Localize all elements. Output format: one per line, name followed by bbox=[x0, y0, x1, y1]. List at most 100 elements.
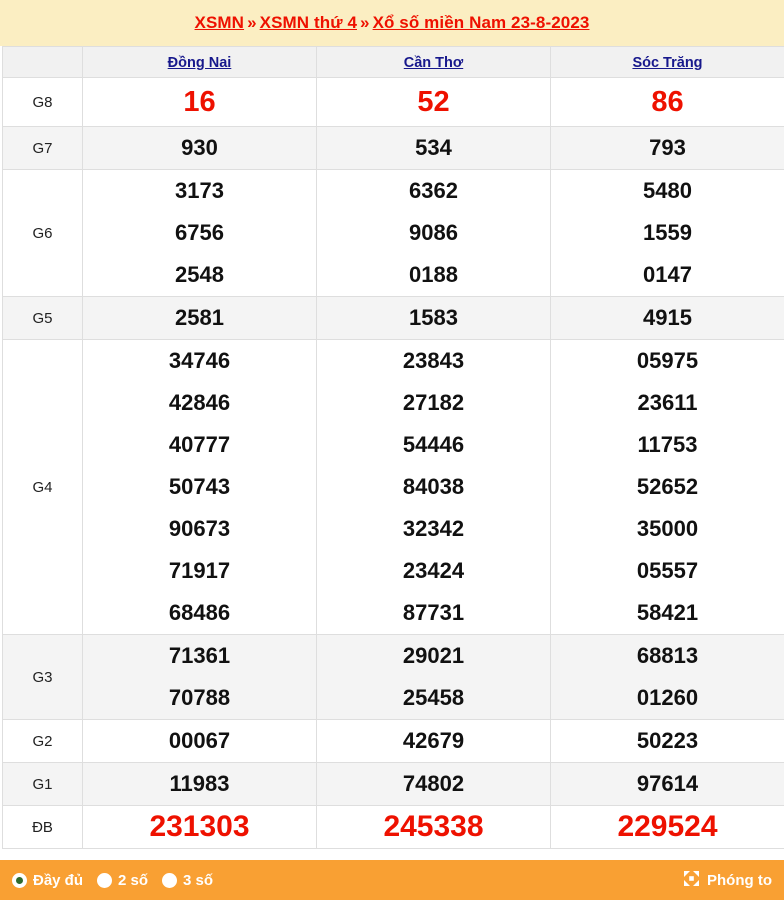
table-row: G8 16 52 86 bbox=[2, 77, 784, 127]
breadcrumb-separator-2: » bbox=[360, 13, 370, 32]
table-head: Đồng Nai Cần Thơ Sóc Trăng bbox=[2, 46, 784, 78]
prize-label-cell: G1 bbox=[2, 762, 83, 806]
table-row: G4 34746 42846 40777 50743 90673 71917 68486 238… bbox=[2, 339, 784, 635]
display-mode-label: 3 số bbox=[183, 871, 214, 889]
prize-number: 52652 bbox=[636, 474, 699, 499]
prize-number-cell: 86 bbox=[550, 77, 784, 127]
zoom-in-label: Phóng to bbox=[707, 871, 772, 889]
province-header-2: Sóc Trăng bbox=[550, 46, 784, 78]
prize-number: 29021 bbox=[402, 643, 465, 668]
table-row: G7 930 534 793 bbox=[2, 126, 784, 170]
prize-number: 23843 bbox=[402, 348, 465, 373]
prize-number-cell: 74802 bbox=[316, 762, 551, 806]
prize-number: 71361 bbox=[168, 643, 231, 668]
prize-number: 86 bbox=[651, 86, 684, 118]
prize-number-cell: 23843 27182 54446 84038 32342 23424 87731 bbox=[316, 339, 551, 635]
prize-number-cell: 231303 bbox=[82, 805, 317, 849]
prize-label-cell: G8 bbox=[2, 77, 83, 127]
prize-number: 90673 bbox=[168, 516, 231, 541]
breadcrumb-link-xsmn-thu-4[interactable]: XSMN thứ 4 bbox=[260, 13, 357, 32]
prize-label-cell: G7 bbox=[2, 126, 83, 170]
province-link-dong-nai[interactable]: Đồng Nai bbox=[168, 55, 232, 71]
radio-button-icon[interactable] bbox=[162, 872, 178, 888]
prize-number-cell: 00067 bbox=[82, 719, 317, 763]
table-corner-cell bbox=[2, 46, 83, 78]
prize-number: 54446 bbox=[402, 432, 465, 457]
prize-number-cell: 534 bbox=[316, 126, 551, 170]
prize-label-cell: G2 bbox=[2, 719, 83, 763]
expand-arrows-icon bbox=[683, 870, 700, 891]
prize-number: 70788 bbox=[168, 685, 231, 710]
prize-number: 71917 bbox=[168, 558, 231, 583]
prize-number-cell: 50223 bbox=[550, 719, 784, 763]
prize-number: 35000 bbox=[636, 516, 699, 541]
prize-number: 2581 bbox=[175, 305, 224, 330]
results-table-wrapper: Đồng Nai Cần Thơ Sóc Trăng G8 16 52 86 G7 930… bbox=[0, 46, 784, 860]
prize-number: 05975 bbox=[636, 348, 699, 373]
display-mode-label: 2 số bbox=[118, 871, 149, 889]
table-row: ĐB 231303 245338 229524 bbox=[2, 805, 784, 849]
display-mode-label: Đầy đủ bbox=[33, 871, 84, 889]
prize-number: 84038 bbox=[402, 474, 465, 499]
breadcrumb-bar: XSMN» XSMN thứ 4» Xổ số miền Nam 23-8-2023 bbox=[0, 0, 784, 46]
province-link-soc-trang[interactable]: Sóc Trăng bbox=[632, 55, 702, 71]
prize-number: 52 bbox=[417, 86, 450, 118]
prize-number: 23424 bbox=[402, 558, 465, 583]
prize-label-cell: G5 bbox=[2, 296, 83, 340]
prize-number: 50223 bbox=[636, 728, 699, 753]
prize-number-cell: 34746 42846 40777 50743 90673 71917 68486 bbox=[82, 339, 317, 635]
zoom-in-button[interactable]: Phóng to bbox=[683, 870, 772, 891]
prize-label-cell: G4 bbox=[2, 339, 83, 635]
prize-number: 05557 bbox=[636, 558, 699, 583]
prize-number-cell: 05975 23611 11753 52652 35000 05557 58421 bbox=[550, 339, 784, 635]
prize-number: 9086 bbox=[409, 220, 458, 245]
lottery-results-table: Đồng Nai Cần Thơ Sóc Trăng G8 16 52 86 G7 930… bbox=[2, 46, 784, 849]
prize-number: 25458 bbox=[402, 685, 465, 710]
prize-number-cell: 245338 bbox=[316, 805, 551, 849]
prize-number-cell: 16 bbox=[82, 77, 317, 127]
prize-number: 87731 bbox=[402, 600, 465, 625]
footer-toolbar: Đầy đủ 2 số 3 số Phóng to bbox=[0, 860, 784, 900]
prize-number: 3173 bbox=[175, 178, 224, 203]
display-mode-option[interactable]: 3 số bbox=[162, 872, 213, 889]
table-row: G1 11983 74802 97614 bbox=[2, 762, 784, 806]
table-row: G6 3173 6756 2548 6362 9086 0188 5480 1559 0147 bbox=[2, 169, 784, 297]
prize-number: 32342 bbox=[402, 516, 465, 541]
prize-number: 68486 bbox=[168, 600, 231, 625]
breadcrumb: XSMN» XSMN thứ 4» Xổ số miền Nam 23-8-2023 bbox=[195, 13, 590, 33]
prize-label-cell: ĐB bbox=[2, 805, 83, 849]
prize-number: 930 bbox=[181, 135, 218, 160]
province-header-1: Cần Thơ bbox=[316, 46, 551, 78]
prize-number: 229524 bbox=[617, 810, 718, 843]
prize-number: 6362 bbox=[409, 178, 458, 203]
prize-number: 0188 bbox=[409, 262, 458, 287]
prize-number-cell: 97614 bbox=[550, 762, 784, 806]
prize-number-cell: 11983 bbox=[82, 762, 317, 806]
prize-label-cell: G6 bbox=[2, 169, 83, 297]
radio-button-icon[interactable] bbox=[97, 872, 113, 888]
breadcrumb-link-xsmn[interactable]: XSMN bbox=[195, 13, 245, 32]
radio-button-icon[interactable] bbox=[12, 872, 27, 888]
prize-number-cell: 71361 70788 bbox=[82, 634, 317, 720]
prize-number: 793 bbox=[649, 135, 686, 160]
prize-number: 00067 bbox=[168, 728, 231, 753]
prize-number: 5480 bbox=[643, 178, 692, 203]
prize-number: 2548 bbox=[175, 262, 224, 287]
province-link-can-tho[interactable]: Cần Thơ bbox=[404, 55, 463, 71]
prize-number: 1583 bbox=[409, 305, 458, 330]
display-mode-option[interactable]: Đầy đủ bbox=[12, 872, 83, 889]
table-row: G3 71361 70788 29021 25458 68813 01260 bbox=[2, 634, 784, 720]
prize-number-cell: 3173 6756 2548 bbox=[82, 169, 317, 297]
display-mode-option[interactable]: 2 số bbox=[97, 872, 148, 889]
breadcrumb-link-current-page[interactable]: Xổ số miền Nam 23-8-2023 bbox=[373, 13, 590, 32]
prize-number-cell: 6362 9086 0188 bbox=[316, 169, 551, 297]
prize-number: 1559 bbox=[643, 220, 692, 245]
prize-number-cell: 68813 01260 bbox=[550, 634, 784, 720]
prize-number-cell: 1583 bbox=[316, 296, 551, 340]
prize-number: 245338 bbox=[383, 810, 484, 843]
prize-number: 534 bbox=[415, 135, 452, 160]
prize-number: 6756 bbox=[175, 220, 224, 245]
display-mode-radio-group: Đầy đủ 2 số 3 số bbox=[12, 872, 213, 889]
prize-number: 27182 bbox=[402, 390, 465, 415]
prize-number: 97614 bbox=[636, 771, 699, 796]
